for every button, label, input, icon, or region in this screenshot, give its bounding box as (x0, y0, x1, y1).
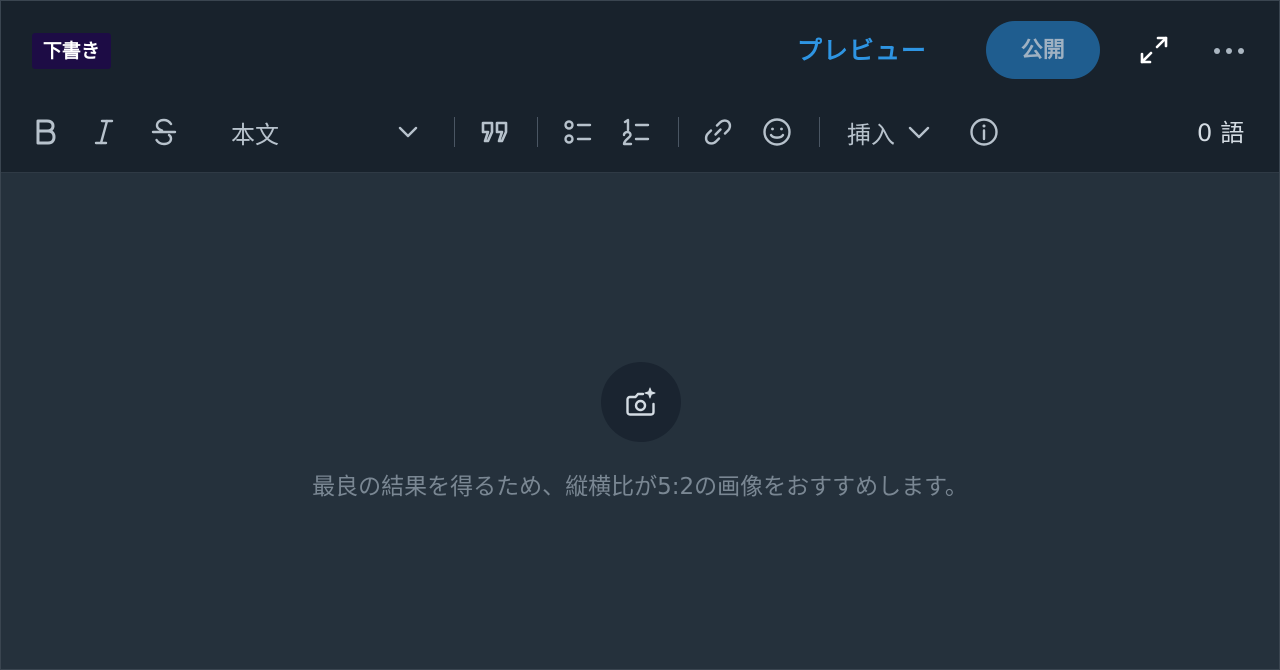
expand-icon[interactable] (1135, 31, 1173, 69)
preview-button[interactable]: プレビュー (797, 27, 927, 75)
quote-icon[interactable] (478, 113, 512, 151)
chevron-down-icon (397, 121, 419, 143)
toolbar-divider (819, 117, 820, 147)
bullet-list-icon[interactable] (561, 113, 595, 151)
paragraph-style-select[interactable]: 本文 (231, 111, 429, 153)
italic-icon[interactable] (89, 113, 119, 151)
paragraph-style-label: 本文 (231, 120, 279, 149)
more-options-icon[interactable] (1209, 39, 1249, 63)
info-icon[interactable] (967, 113, 1001, 151)
add-image-button[interactable] (601, 362, 681, 442)
status-badge: 下書き (32, 33, 112, 69)
chevron-down-icon (907, 121, 931, 143)
link-icon[interactable] (701, 113, 735, 151)
top-bar: 下書き プレビュー 公開 本文 挿入 0 語 (1, 1, 1279, 173)
word-count: 0語 (1197, 113, 1244, 153)
insert-menu-button[interactable]: 挿入 (847, 111, 931, 153)
editor-window: 下書き プレビュー 公開 本文 挿入 0 語 最良の結果を得るため、縦横比が5:… (0, 0, 1280, 670)
emoji-icon[interactable] (760, 113, 794, 151)
bold-icon[interactable] (31, 113, 61, 151)
toolbar-divider (537, 117, 538, 147)
word-count-unit: 語 (1220, 119, 1245, 147)
image-hint-text: 最良の結果を得るため、縦横比が5:2の画像をおすすめします。 (312, 474, 968, 500)
numbered-list-icon[interactable] (619, 113, 653, 151)
toolbar-divider (678, 117, 679, 147)
toolbar-divider (454, 117, 455, 147)
word-count-value: 0 (1197, 119, 1213, 147)
add-image-icon (624, 386, 658, 418)
strikethrough-icon[interactable] (148, 113, 180, 151)
publish-button[interactable]: 公開 (986, 21, 1100, 79)
insert-label: 挿入 (847, 120, 895, 149)
